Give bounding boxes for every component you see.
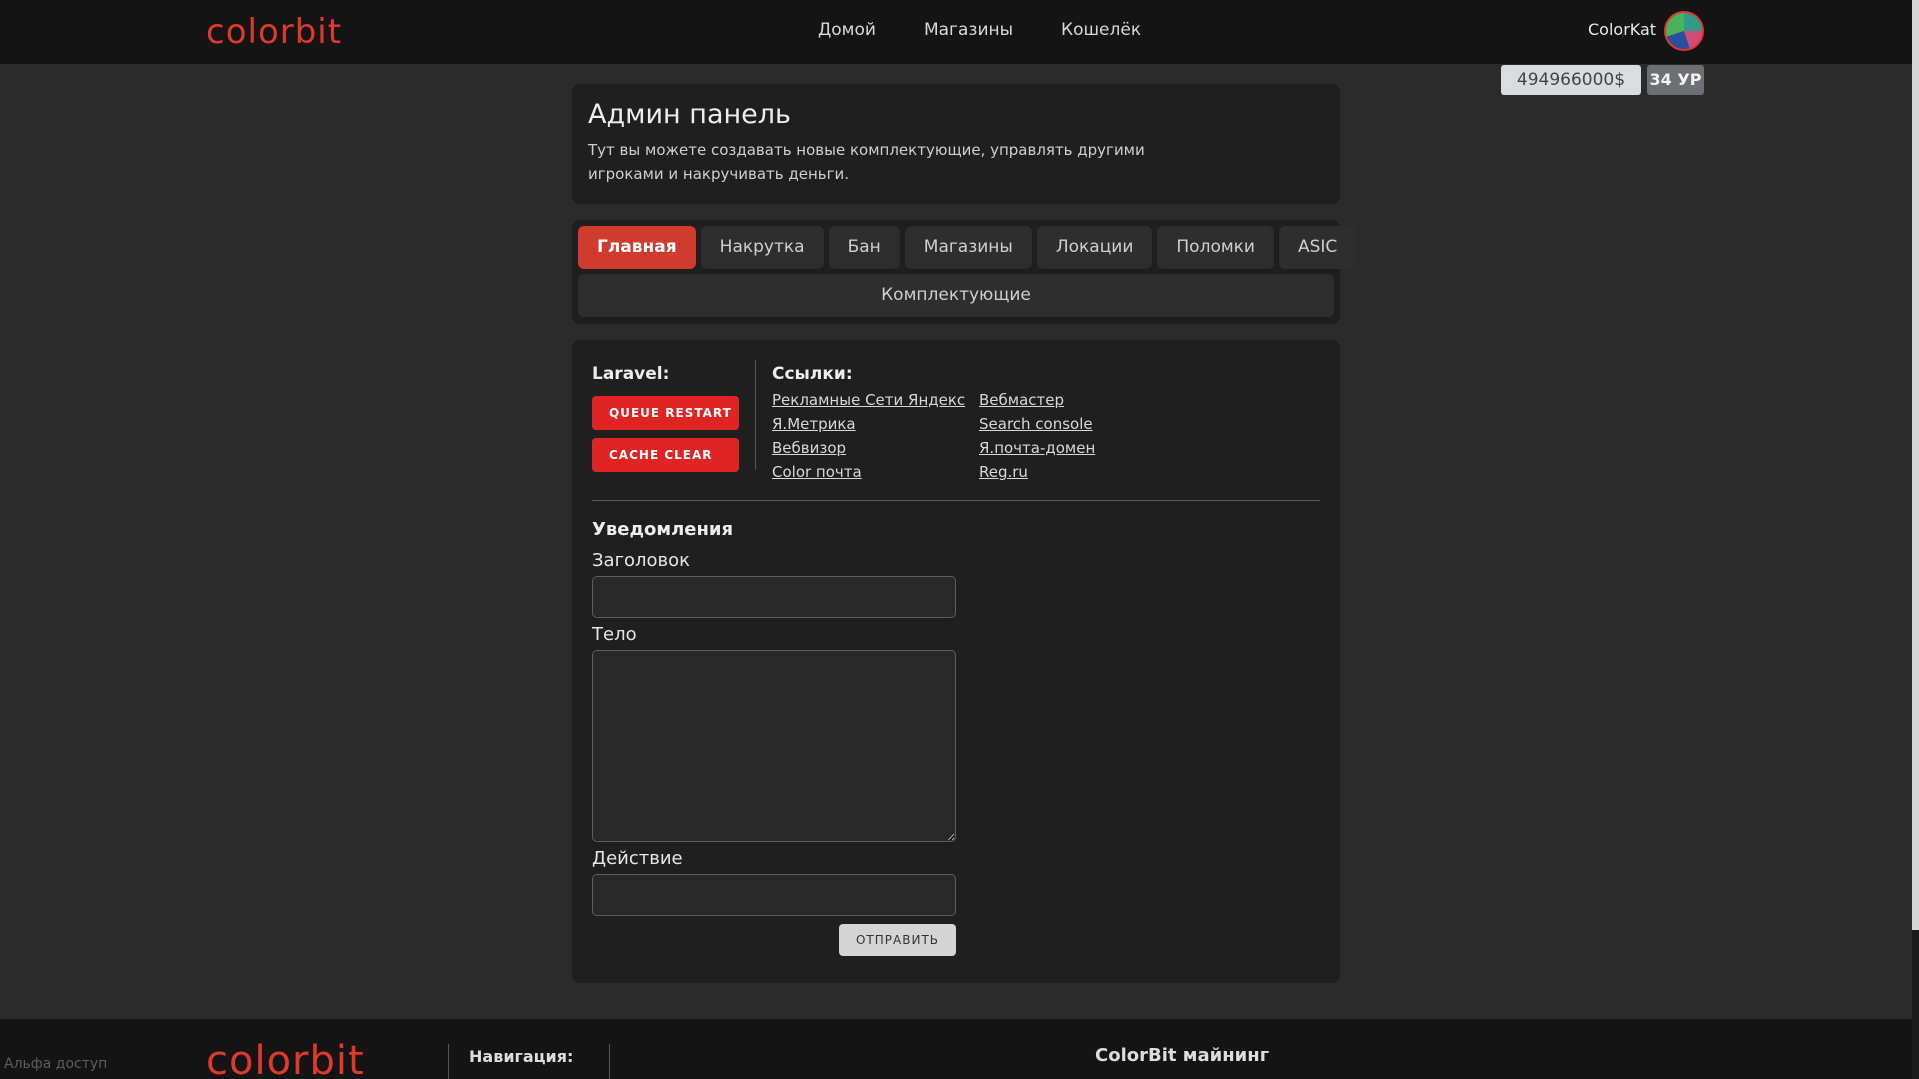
links-grid: Рекламные Сети Яндекс Вебмастер Я.Метрик… (772, 388, 1119, 484)
admin-tabs: Главная Накрутка Бан Магазины Локации По… (572, 220, 1357, 324)
heading-label: Заголовок (592, 550, 691, 571)
tab-ban[interactable]: Бан (828, 226, 900, 269)
main-nav: Домой Магазины Кошелёк (818, 18, 1141, 42)
horizontal-divider (592, 500, 1320, 501)
link-yandex-mail-domain[interactable]: Я.почта-домен (979, 436, 1119, 460)
tabs-row: Главная Накрутка Бан Магазины Локации По… (578, 226, 1357, 269)
tab-asic[interactable]: ASIC (1278, 226, 1357, 269)
balance-badge: 494966000$ (1501, 65, 1641, 95)
level-badge: 34 УР (1647, 65, 1704, 95)
admin-main-card: Laravel: QUEUE RESTART CACHE CLEAR Ссылк… (572, 340, 1340, 983)
footer-logo[interactable]: colorbit (206, 1040, 365, 1079)
top-navbar: colorbit Домой Магазины Кошелёк ColorKat (0, 0, 1912, 64)
links-label: Ссылки: (772, 364, 853, 384)
link-yandex-ad-networks[interactable]: Рекламные Сети Яндекс (772, 388, 979, 412)
colorbit-logo[interactable]: colorbit (206, 14, 342, 50)
link-webmaster[interactable]: Вебмастер (979, 388, 1119, 412)
submit-button[interactable]: ОТПРАВИТЬ (839, 924, 956, 956)
link-webvisor[interactable]: Вебвизор (772, 436, 979, 460)
notifications-title: Уведомления (592, 519, 734, 540)
admin-intro-card: Админ панель Тут вы можете создавать нов… (572, 84, 1340, 204)
action-label: Действие (592, 848, 683, 869)
cache-clear-button[interactable]: CACHE CLEAR (592, 438, 739, 472)
tab-boost[interactable]: Накрутка (700, 226, 824, 269)
footer-divider (609, 1044, 610, 1079)
link-reg-ru[interactable]: Reg.ru (979, 460, 1119, 484)
scrollbar-thumb[interactable] (1912, 0, 1919, 930)
links-section: Ссылки: Рекламные Сети Яндекс Вебмастер … (772, 362, 1119, 484)
tab-locations[interactable]: Локации (1036, 226, 1153, 269)
laravel-section: Laravel: QUEUE RESTART CACHE CLEAR (592, 362, 742, 472)
page-description: Тут вы можете создавать новые комплектую… (588, 141, 1145, 183)
footer-divider (448, 1044, 449, 1079)
laravel-label: Laravel: (592, 364, 670, 384)
link-search-console[interactable]: Search console (979, 412, 1119, 436)
link-yandex-metrika[interactable]: Я.Метрика (772, 412, 979, 436)
notifications-form: Уведомления Заголовок Тело Действие ОТПР… (592, 516, 956, 960)
footer-nav-label: Навигация: (469, 1047, 574, 1066)
action-input[interactable] (592, 874, 956, 916)
nav-link-shops[interactable]: Магазины (924, 18, 1013, 42)
avatar[interactable] (1664, 11, 1704, 51)
footer-brand: ColorBit майнинг (1095, 1045, 1270, 1066)
section-divider (755, 360, 756, 470)
user-name[interactable]: ColorKat (1588, 20, 1656, 39)
tab-main[interactable]: Главная (578, 226, 696, 269)
tab-breakdowns[interactable]: Поломки (1157, 226, 1274, 269)
queue-restart-button[interactable]: QUEUE RESTART (592, 396, 739, 430)
link-color-mail[interactable]: Color почта (772, 460, 979, 484)
nav-link-home[interactable]: Домой (818, 18, 876, 42)
body-textarea[interactable] (592, 650, 956, 842)
nav-link-wallet[interactable]: Кошелёк (1061, 18, 1141, 42)
body-label: Тело (592, 624, 637, 645)
page-title: Админ панель (588, 99, 791, 130)
tab-shops[interactable]: Магазины (904, 226, 1032, 269)
heading-input[interactable] (592, 576, 956, 618)
tab-components[interactable]: Комплектующие (578, 274, 1334, 317)
alpha-access-label: Альфа доступ (4, 1056, 108, 1072)
